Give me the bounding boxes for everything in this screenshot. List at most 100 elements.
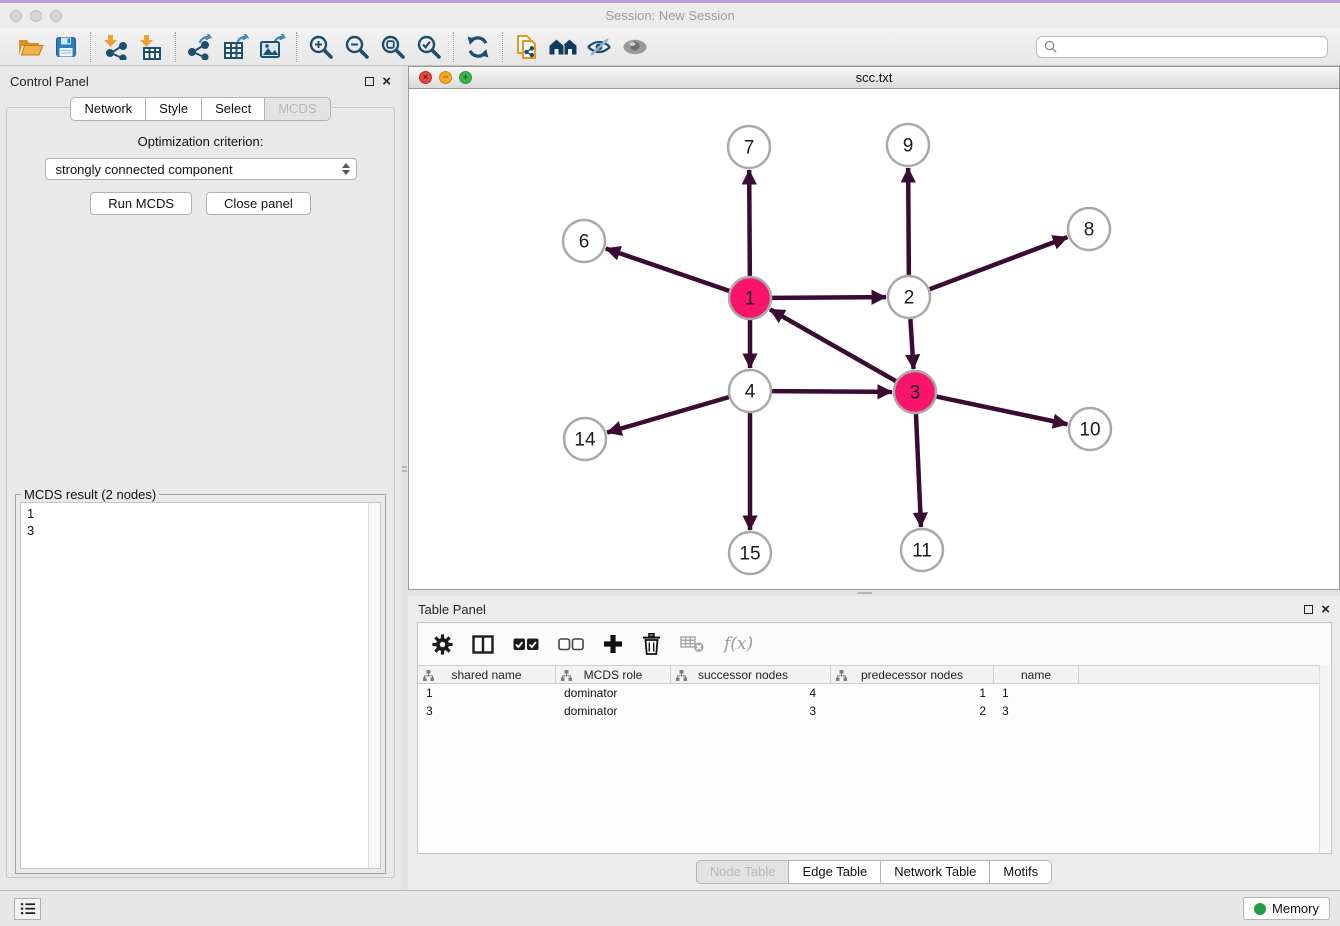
app-titlebar: Session: New Session <box>0 3 1340 28</box>
column-header-name[interactable]: name <box>994 666 1079 683</box>
tab-network-table[interactable]: Network Table <box>880 860 990 884</box>
refresh-view-button[interactable] <box>460 31 496 63</box>
graph-edge-4-3[interactable] <box>772 391 892 392</box>
import-network-icon <box>102 34 128 60</box>
network-graph[interactable]: 7968124314101511 <box>409 89 1339 589</box>
export-network-button[interactable] <box>182 31 218 63</box>
cell-predecessor-nodes[interactable]: 1 <box>831 686 994 700</box>
select-all-button[interactable] <box>513 638 539 651</box>
cell-shared-name[interactable]: 3 <box>418 704 556 718</box>
zoom-fit-button[interactable] <box>375 31 411 63</box>
cell-mcds-role[interactable]: dominator <box>556 686 671 700</box>
control-panel: Control Panel × Network Style Select MCD… <box>0 66 401 890</box>
table-row[interactable]: 1 dominator 4 1 1 <box>418 684 1331 702</box>
close-panel-icon[interactable]: × <box>1321 605 1330 614</box>
tab-node-table[interactable]: Node Table <box>696 860 790 884</box>
optimization-criterion-label: Optimization criterion: <box>7 134 394 149</box>
add-column-button[interactable] <box>603 634 623 654</box>
graph-edge-4-14[interactable] <box>607 397 729 432</box>
search-input[interactable] <box>1057 40 1320 54</box>
zoom-selected-button[interactable] <box>411 31 447 63</box>
float-panel-icon[interactable] <box>365 77 374 86</box>
import-network-button[interactable] <box>97 31 133 63</box>
cell-name[interactable]: 3 <box>994 704 1079 718</box>
tab-edge-table[interactable]: Edge Table <box>788 860 881 884</box>
network-canvas[interactable]: 7968124314101511 <box>408 89 1340 590</box>
unchecked-boxes-icon <box>558 638 584 651</box>
search-field[interactable] <box>1036 36 1328 58</box>
cell-mcds-role[interactable]: dominator <box>556 704 671 718</box>
zoom-in-button[interactable] <box>303 31 339 63</box>
node-table-frame: f(x) shared name MCDS role successor nod… <box>417 622 1332 854</box>
export-image-button[interactable] <box>254 31 290 63</box>
graph-edge-2-9[interactable] <box>908 168 909 275</box>
delete-table-button[interactable] <box>680 635 705 653</box>
eye-slash-icon <box>585 38 613 56</box>
first-neighbors-button[interactable] <box>545 31 581 63</box>
select-stepper-icon <box>342 163 350 175</box>
cell-successor-nodes[interactable]: 4 <box>671 686 831 700</box>
import-table-button[interactable] <box>133 31 169 63</box>
graph-edge-3-11[interactable] <box>916 414 921 527</box>
delete-column-button[interactable] <box>642 633 661 655</box>
tab-motifs[interactable]: Motifs <box>989 860 1052 884</box>
export-table-button[interactable] <box>218 31 254 63</box>
workspace: Control Panel × Network Style Select MCD… <box>0 66 1340 890</box>
run-mcds-button[interactable]: Run MCDS <box>90 192 192 215</box>
table-settings-button[interactable] <box>432 634 453 655</box>
toggle-panes-button[interactable] <box>472 635 494 654</box>
show-all-button[interactable] <box>617 31 653 63</box>
mcds-result-area[interactable]: 1 3 <box>20 502 381 869</box>
tab-network[interactable]: Network <box>70 97 146 121</box>
deselect-all-button[interactable] <box>558 638 584 651</box>
tab-mcds[interactable]: MCDS <box>264 97 330 121</box>
graph-node-label: 3 <box>910 383 921 404</box>
cell-predecessor-nodes[interactable]: 2 <box>831 704 994 718</box>
cell-name[interactable]: 1 <box>994 686 1079 700</box>
graph-node-label: 6 <box>579 232 590 253</box>
float-panel-icon[interactable] <box>1304 605 1313 614</box>
graph-edge-2-8[interactable] <box>930 237 1068 289</box>
tab-style[interactable]: Style <box>145 97 202 121</box>
open-file-button[interactable] <box>12 31 48 63</box>
save-session-button[interactable] <box>48 31 84 63</box>
tab-select[interactable]: Select <box>201 97 265 121</box>
result-scrollbar[interactable] <box>368 503 380 868</box>
table-row[interactable]: 3 dominator 3 2 3 <box>418 702 1331 720</box>
panel-divider[interactable] <box>401 66 408 890</box>
window-minimize-button[interactable]: − <box>439 71 452 84</box>
export-network-icon <box>186 34 214 60</box>
column-header-predecessor-nodes[interactable]: predecessor nodes <box>831 666 994 683</box>
column-header-shared-name[interactable]: shared name <box>418 666 556 683</box>
criterion-select[interactable]: strongly connected component <box>45 158 357 180</box>
graph-node-label: 11 <box>912 541 932 562</box>
window-zoom-button[interactable]: + <box>459 71 472 84</box>
graph-edge-3-1[interactable] <box>770 309 896 381</box>
graph-edge-2-3[interactable] <box>910 319 913 369</box>
close-panel-icon[interactable]: × <box>382 77 391 86</box>
import-table-icon <box>138 34 164 60</box>
memory-button[interactable]: Memory <box>1243 897 1330 920</box>
graph-edge-1-2[interactable] <box>772 297 886 298</box>
save-icon <box>55 36 77 58</box>
hide-selected-button[interactable] <box>581 31 617 63</box>
cell-shared-name[interactable]: 1 <box>418 686 556 700</box>
column-header-successor-nodes[interactable]: successor nodes <box>671 666 831 683</box>
task-history-button[interactable] <box>14 898 41 920</box>
column-header-mcds-role[interactable]: MCDS role <box>556 666 671 683</box>
table-header-row: shared name MCDS role successor nodes pr… <box>418 665 1331 684</box>
window-close-button[interactable]: × <box>419 71 432 84</box>
graph-edge-1-6[interactable] <box>606 248 729 290</box>
graph-edge-3-10[interactable] <box>937 397 1068 425</box>
graph-node-label: 4 <box>745 382 756 403</box>
table-scrollbar[interactable] <box>1319 665 1331 853</box>
zoom-out-button[interactable] <box>339 31 375 63</box>
function-builder-button[interactable]: f(x) <box>724 634 753 654</box>
graph-edge-1-7[interactable] <box>749 170 750 276</box>
clone-network-button[interactable] <box>509 31 545 63</box>
cell-successor-nodes[interactable]: 3 <box>671 704 831 718</box>
network-window-titlebar[interactable]: × − + scc.txt <box>408 66 1340 89</box>
app-title: Session: New Session <box>0 8 1340 23</box>
table-panel-title: Table Panel <box>418 602 486 617</box>
close-panel-button[interactable]: Close panel <box>206 192 311 215</box>
